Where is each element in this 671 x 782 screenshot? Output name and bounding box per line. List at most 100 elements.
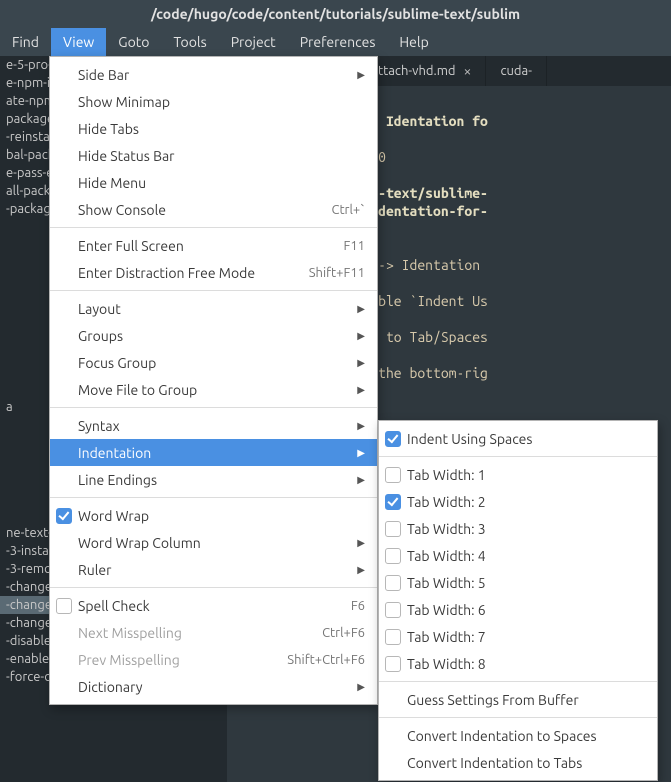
menubar-item-help[interactable]: Help bbox=[387, 28, 440, 56]
menubar-item-project[interactable]: Project bbox=[219, 28, 288, 56]
chevron-right-icon: ▶ bbox=[357, 447, 365, 459]
menu-item-label: Side Bar bbox=[78, 67, 351, 83]
checkbox-icon bbox=[56, 598, 72, 614]
menu-item[interactable]: Spell CheckF6 bbox=[50, 592, 377, 619]
close-icon[interactable]: × bbox=[464, 63, 472, 79]
menu-item-label: Prev Misspelling bbox=[78, 652, 281, 668]
menu-item: Next MisspellingCtrl+F6 bbox=[50, 619, 377, 646]
menu-item-accelerator: Shift+Ctrl+F6 bbox=[287, 653, 365, 667]
menubar-item-view[interactable]: View bbox=[51, 28, 106, 56]
menu-item-label: Tab Width: 6 bbox=[407, 602, 645, 618]
menu-item[interactable]: Hide Tabs bbox=[50, 115, 377, 142]
checkbox-icon bbox=[385, 656, 401, 672]
menu-item[interactable]: Tab Width: 4 bbox=[379, 542, 657, 569]
menu-item-label: Enter Distraction Free Mode bbox=[78, 265, 303, 281]
checkbox-icon bbox=[385, 629, 401, 645]
menubar-item-find[interactable]: Find bbox=[0, 28, 51, 56]
menu-separator bbox=[50, 290, 377, 291]
chevron-right-icon: ▶ bbox=[357, 330, 365, 342]
menu-item-label: Hide Status Bar bbox=[78, 148, 365, 164]
menu-item-label: Hide Menu bbox=[78, 175, 365, 191]
chevron-right-icon: ▶ bbox=[357, 357, 365, 369]
menu-item-label: Tab Width: 1 bbox=[407, 467, 645, 483]
menu-item[interactable]: Convert Indentation to Spaces bbox=[379, 722, 657, 749]
checkbox-icon bbox=[385, 494, 401, 510]
menu-item[interactable]: Focus Group▶ bbox=[50, 349, 377, 376]
menu-item[interactable]: Word Wrap Column ▶ bbox=[50, 529, 377, 556]
menu-item-label: Indent Using Spaces bbox=[407, 431, 645, 447]
tab[interactable]: cuda- bbox=[486, 56, 547, 86]
checkbox-icon bbox=[385, 575, 401, 591]
menu-item[interactable]: Side Bar▶ bbox=[50, 61, 377, 88]
menu-item-label: Show Minimap bbox=[78, 94, 365, 110]
menu-item[interactable]: Guess Settings From Buffer bbox=[379, 686, 657, 713]
menu-item-label: Word Wrap bbox=[78, 508, 365, 524]
menu-separator bbox=[379, 456, 657, 457]
menu-item-label: Next Misspelling bbox=[78, 625, 316, 641]
menu-item-label: Guess Settings From Buffer bbox=[407, 692, 645, 708]
checkbox-icon bbox=[385, 467, 401, 483]
menu-item[interactable]: Layout▶ bbox=[50, 295, 377, 322]
chevron-right-icon: ▶ bbox=[357, 564, 365, 576]
menu-item-label: Dictionary bbox=[78, 679, 351, 695]
checkbox-icon bbox=[385, 431, 401, 447]
menu-item-label: Line Endings bbox=[78, 472, 351, 488]
menu-item[interactable]: Tab Width: 3 bbox=[379, 515, 657, 542]
menu-item[interactable]: Line Endings▶ bbox=[50, 466, 377, 493]
menu-item-accelerator: Shift+F11 bbox=[309, 266, 365, 280]
menu-item-label: Tab Width: 5 bbox=[407, 575, 645, 591]
menubar-item-tools[interactable]: Tools bbox=[161, 28, 218, 56]
menu-item-label: Indentation bbox=[78, 445, 351, 461]
menu-item-label: Convert Indentation to Tabs bbox=[407, 755, 645, 771]
indentation-submenu: Indent Using Spaces Tab Width: 1 Tab Width… bbox=[378, 420, 658, 781]
menu-separator bbox=[50, 587, 377, 588]
chevron-right-icon: ▶ bbox=[357, 420, 365, 432]
menu-item-label: Tab Width: 8 bbox=[407, 656, 645, 672]
menubar-item-preferences[interactable]: Preferences bbox=[288, 28, 388, 56]
menu-separator bbox=[50, 497, 377, 498]
menu-item[interactable]: Word Wrap bbox=[50, 502, 377, 529]
menu-separator bbox=[379, 681, 657, 682]
menu-item-label: Tab Width: 3 bbox=[407, 521, 645, 537]
menu-item[interactable]: Tab Width: 6 bbox=[379, 596, 657, 623]
menubar: FindViewGotoToolsProjectPreferencesHelp bbox=[0, 28, 671, 56]
menu-item[interactable]: Indentation ▶ bbox=[50, 439, 377, 466]
menubar-item-goto[interactable]: Goto bbox=[106, 28, 161, 56]
menu-item[interactable]: Hide Status Bar bbox=[50, 142, 377, 169]
menu-item-label: Show Console bbox=[78, 202, 325, 218]
menu-item[interactable]: Show ConsoleCtrl+` bbox=[50, 196, 377, 223]
menu-item[interactable]: Ruler ▶ bbox=[50, 556, 377, 583]
menu-item[interactable]: Tab Width: 8 bbox=[379, 650, 657, 677]
menu-item-label: Syntax bbox=[78, 418, 351, 434]
menu-item-label: Spell Check bbox=[78, 598, 345, 614]
menu-item: Prev Misspelling Shift+Ctrl+F6 bbox=[50, 646, 377, 673]
menu-item[interactable]: Tab Width: 2 bbox=[379, 488, 657, 515]
menu-item[interactable]: Groups ▶ bbox=[50, 322, 377, 349]
menu-item[interactable]: Tab Width: 7 bbox=[379, 623, 657, 650]
checkbox-icon bbox=[56, 508, 72, 524]
menu-item-label: Convert Indentation to Spaces bbox=[407, 728, 645, 744]
menu-item[interactable]: Enter Distraction Free Mode Shift+F11 bbox=[50, 259, 377, 286]
menu-item[interactable]: Indent Using Spaces bbox=[379, 425, 657, 452]
menu-item[interactable]: Hide Menu bbox=[50, 169, 377, 196]
checkbox-icon bbox=[385, 521, 401, 537]
menu-item-label: Move File to Group bbox=[78, 382, 351, 398]
menu-item-label: Tab Width: 2 bbox=[407, 494, 645, 510]
menu-item[interactable]: Move File to Group ▶ bbox=[50, 376, 377, 403]
menu-item[interactable]: Syntax ▶ bbox=[50, 412, 377, 439]
menu-item[interactable]: Tab Width: 5 bbox=[379, 569, 657, 596]
menu-item[interactable]: Convert Indentation to Tabs bbox=[379, 749, 657, 776]
menu-item-label: Ruler bbox=[78, 562, 351, 578]
menu-item-label: Groups bbox=[78, 328, 351, 344]
menu-item-label: Word Wrap Column bbox=[78, 535, 351, 551]
menu-item[interactable]: Enter Full ScreenF11 bbox=[50, 232, 377, 259]
menu-item[interactable]: Tab Width: 1 bbox=[379, 461, 657, 488]
checkbox-icon bbox=[385, 548, 401, 564]
menu-item[interactable]: Show Minimap bbox=[50, 88, 377, 115]
chevron-right-icon: ▶ bbox=[357, 384, 365, 396]
checkbox-icon bbox=[385, 602, 401, 618]
chevron-right-icon: ▶ bbox=[357, 537, 365, 549]
menu-item[interactable]: Dictionary▶ bbox=[50, 673, 377, 700]
window-titlebar: /code/hugo/code/content/tutorials/sublim… bbox=[0, 0, 671, 28]
menu-item-label: Tab Width: 7 bbox=[407, 629, 645, 645]
